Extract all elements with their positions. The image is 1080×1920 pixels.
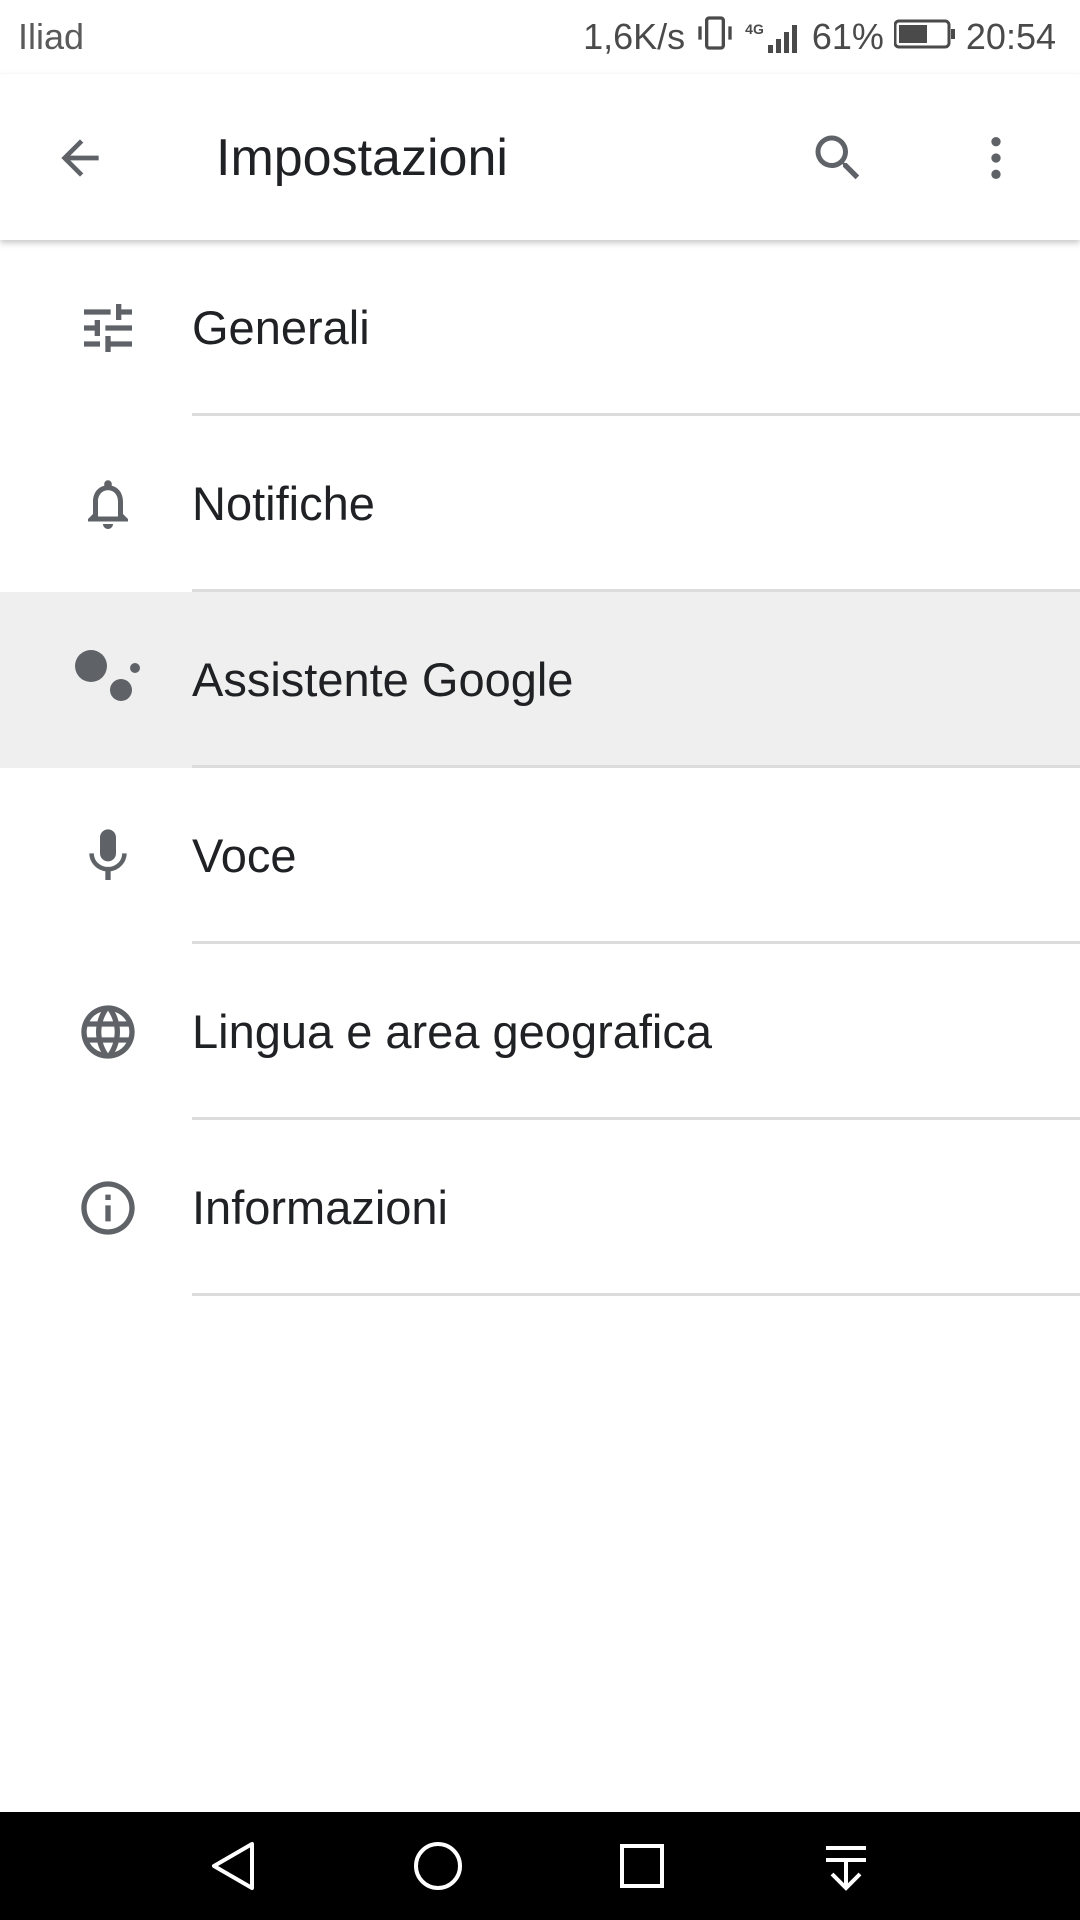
more-options-button[interactable]	[964, 126, 1028, 190]
signal-icon: 4G	[745, 21, 802, 53]
system-nav-bar	[0, 1812, 1080, 1920]
app-bar: Impostazioni	[0, 74, 1080, 240]
menu-item-notifiche[interactable]: Notifiche	[0, 416, 1080, 592]
status-icons: 1,6K/s 4G 61% 20:54	[583, 12, 1056, 62]
microphone-icon	[72, 824, 144, 888]
menu-item-generali[interactable]: Generali	[0, 240, 1080, 416]
clock: 20:54	[965, 16, 1056, 57]
settings-list: Generali Notifiche Assistente Google Voc…	[0, 240, 1080, 1296]
network-speed: 1,6K/s	[583, 16, 686, 57]
search-icon	[815, 135, 860, 180]
menu-item-label: Lingua e area geografica	[192, 1005, 713, 1058]
menu-item-voce[interactable]: Voce	[0, 768, 1080, 944]
status-bar: Iliad 1,6K/s 4G 61% 20:54	[0, 0, 1080, 74]
divider	[192, 1293, 1080, 1296]
square-recents-icon	[620, 1844, 664, 1888]
circle-home-icon	[414, 1842, 462, 1890]
network-type: 4G	[745, 21, 764, 37]
carrier-name: Iliad	[18, 16, 85, 57]
menu-item-lingua[interactable]: Lingua e area geografica	[0, 944, 1080, 1120]
menu-item-label: Generali	[192, 301, 370, 354]
nav-home-button[interactable]	[410, 1838, 466, 1894]
tune-icon	[72, 296, 144, 360]
menu-item-label: Assistente Google	[192, 653, 574, 706]
battery-percent: 61%	[811, 16, 884, 57]
triangle-back-icon	[212, 1842, 254, 1890]
pull-down-icon	[826, 1846, 866, 1891]
arrow-back-icon	[61, 139, 99, 177]
globe-icon	[72, 1000, 144, 1064]
page-title: Impostazioni	[216, 129, 508, 187]
info-icon	[72, 1176, 144, 1240]
battery-icon	[893, 16, 956, 58]
menu-item-label: Voce	[192, 829, 297, 882]
search-button[interactable]	[806, 126, 870, 190]
vibrate-icon	[695, 13, 735, 62]
more-vert-icon	[991, 137, 1001, 179]
back-button[interactable]	[48, 126, 112, 190]
menu-item-label: Notifiche	[192, 477, 375, 530]
menu-item-label: Informazioni	[192, 1181, 448, 1234]
bell-icon	[72, 472, 144, 536]
nav-recents-button[interactable]	[614, 1838, 670, 1894]
menu-item-informazioni[interactable]: Informazioni	[0, 1120, 1080, 1296]
menu-item-assistente-google[interactable]: Assistente Google	[0, 592, 1080, 768]
nav-back-button[interactable]	[206, 1838, 262, 1894]
nav-notifications-button[interactable]	[818, 1838, 874, 1894]
google-assistant-icon	[72, 648, 144, 712]
